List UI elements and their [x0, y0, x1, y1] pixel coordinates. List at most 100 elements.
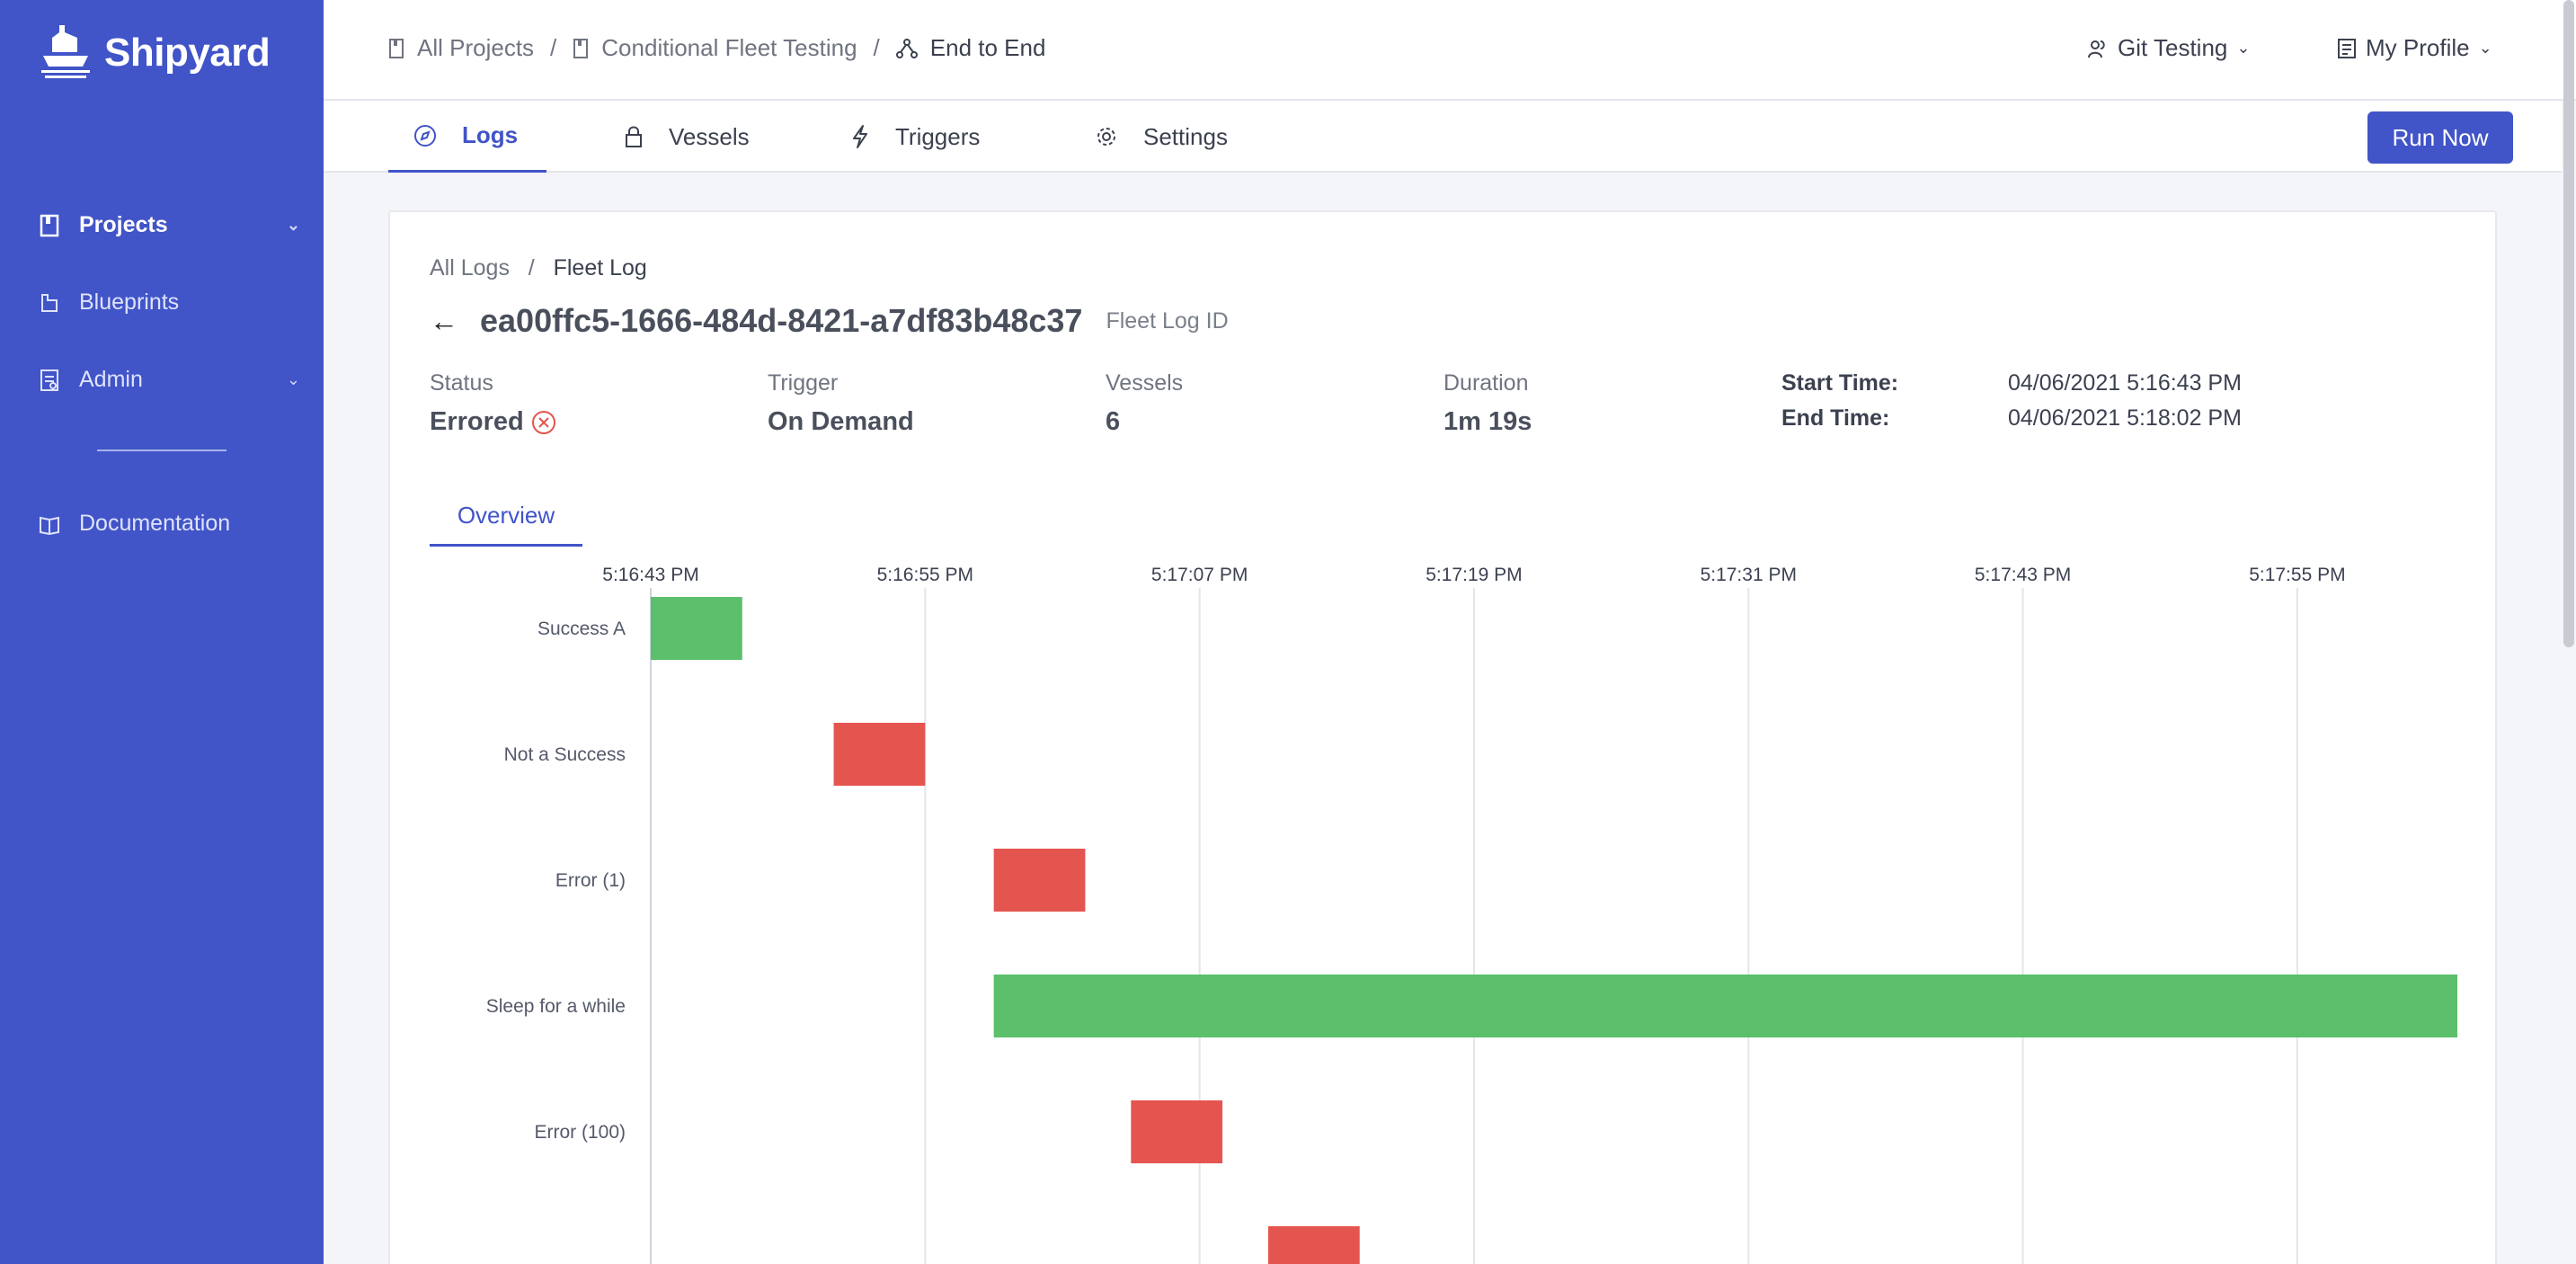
sidebar-divider: [97, 450, 227, 451]
sidebar-item-label: Admin: [79, 367, 143, 392]
x-tick-label: 5:17:19 PM: [1426, 565, 1522, 585]
duration-value: 1m 19s: [1443, 407, 1532, 436]
breadcrumb-all-projects[interactable]: All Projects: [417, 34, 534, 62]
x-tick-label: 5:17:31 PM: [1701, 565, 1797, 585]
row-label: Error (100): [534, 1122, 626, 1143]
start-time-value: 04/06/2021 5:16:43 PM: [2008, 370, 2242, 396]
breadcrumb-project[interactable]: Conditional Fleet Testing: [601, 34, 857, 62]
project-icon: [389, 38, 404, 58]
sidebar-item-label: Documentation: [79, 511, 231, 536]
page-scrollbar[interactable]: [2563, 0, 2574, 647]
ship-icon: [41, 25, 90, 78]
end-time-label: End Time:: [1781, 405, 1890, 431]
breadcrumb-separator: /: [873, 34, 880, 61]
tab-overview[interactable]: Overview: [430, 493, 582, 547]
breadcrumb-separator: /: [550, 34, 557, 61]
chevron-down-icon: ⌄: [2478, 39, 2492, 57]
lock-icon: [626, 126, 642, 147]
breadcrumb-separator: /: [515, 255, 547, 280]
status-value: Errored: [430, 407, 524, 436]
trigger-value: On Demand: [768, 407, 914, 436]
org-label: Git Testing: [2118, 34, 2228, 61]
fleet-log-id-label: Fleet Log ID: [1106, 307, 1229, 334]
chevron-down-icon: ⌄: [2236, 39, 2251, 57]
breadcrumb-all-logs[interactable]: All Logs: [430, 255, 510, 280]
duration-label: Duration: [1443, 370, 1529, 396]
brand-name: Shipyard: [104, 31, 271, 75]
fleet-log-id: ea00ffc5-1666-484d-8421-a7df83b48c37: [480, 302, 1083, 339]
chevron-down-icon: ⌄: [286, 216, 300, 234]
project-tabs: Logs Vessels Triggers Settings Run Now: [324, 101, 2562, 173]
tab-label: Logs: [462, 121, 519, 148]
tab-vessels[interactable]: Vessels: [624, 101, 750, 173]
row-label: Error (1): [555, 870, 626, 891]
chevron-down-icon: ⌄: [286, 370, 300, 388]
trigger-field: Trigger On Demand: [768, 370, 914, 437]
log-id-row: ← ea00ffc5-1666-484d-8421-a7df83b48c37 F…: [430, 302, 1229, 340]
tab-label: Triggers: [895, 122, 981, 150]
project-icon: [573, 38, 589, 58]
sidebar-item-blueprints[interactable]: Blueprints: [40, 289, 300, 316]
fleet-log-card: All Logs / Fleet Log ← ea00ffc5-1666-484…: [388, 210, 2497, 1264]
start-time-label: Start Time:: [1781, 370, 1899, 396]
gantt-bar: [833, 723, 926, 786]
gantt-bar: [1267, 1226, 1360, 1264]
vessels-label: Vessels: [1106, 370, 1184, 396]
x-tick-label: 5:17:55 PM: [2249, 565, 2345, 585]
vessels-value: 6: [1106, 407, 1121, 436]
sidebar-item-label: Blueprints: [79, 289, 180, 315]
x-tick-label: 5:16:43 PM: [602, 565, 698, 585]
tab-label: Settings: [1143, 122, 1228, 150]
gantt-bar: [993, 975, 2457, 1037]
breadcrumb-fleet-log: Fleet Log: [553, 255, 647, 280]
trigger-label: Trigger: [768, 370, 839, 396]
duration-field: Duration 1m 19s: [1443, 370, 1532, 437]
back-arrow-icon[interactable]: ←: [430, 305, 458, 338]
x-tick-label: 5:17:07 PM: [1151, 565, 1248, 585]
top-bar: All Projects / Conditional Fleet Testing…: [324, 0, 2576, 101]
tab-logs[interactable]: Logs: [388, 101, 546, 173]
gear-icon: [1097, 128, 1115, 146]
admin-icon: [40, 369, 58, 391]
sidebar: Shipyard Projects ⌄ Blueprints Admin ⌄ D…: [0, 0, 324, 1264]
sidebar-item-projects[interactable]: Projects ⌄: [40, 212, 300, 238]
log-breadcrumb: All Logs / Fleet Log: [430, 255, 647, 281]
time-range: Start Time: 04/06/2021 5:16:43 PM End Ti…: [1781, 370, 2242, 441]
status-label: Status: [430, 370, 493, 396]
sidebar-item-admin[interactable]: Admin ⌄: [40, 367, 300, 393]
x-tick-label: 5:17:43 PM: [1975, 565, 2071, 585]
error-circle-icon: [531, 410, 555, 434]
compass-icon: [414, 124, 436, 147]
tab-triggers[interactable]: Triggers: [850, 101, 980, 173]
run-now-button[interactable]: Run Now: [2367, 111, 2513, 164]
row-label: Success A: [537, 619, 626, 639]
fleet-icon: [895, 38, 918, 58]
sidebar-item-documentation[interactable]: Documentation: [40, 511, 300, 537]
users-icon: [2088, 40, 2105, 58]
lightning-icon: [853, 125, 867, 148]
status-field: Status Errored: [430, 370, 556, 437]
book-icon: [40, 214, 59, 236]
row-label: Not a Success: [504, 744, 626, 765]
x-tick-label: 5:16:55 PM: [877, 565, 973, 585]
shipyard-logo[interactable]: Shipyard: [40, 25, 271, 81]
vessels-field: Vessels 6: [1106, 370, 1183, 437]
tab-settings[interactable]: Settings: [1095, 101, 1228, 173]
docs-icon: [40, 516, 59, 535]
tab-label: Vessels: [669, 122, 750, 150]
profile-menu[interactable]: My Profile ⌄: [2337, 34, 2492, 62]
gantt-bar: [993, 849, 1086, 912]
sidebar-item-label: Projects: [79, 212, 168, 237]
gantt-bar: [651, 597, 742, 660]
gantt-chart: 5:16:43 PM 5:16:55 PM 5:17:07 PM 5:17:19 PM…: [390, 554, 2495, 1264]
end-time-value: 04/06/2021 5:18:02 PM: [2008, 405, 2242, 431]
org-switcher[interactable]: Git Testing ⌄: [2087, 34, 2250, 62]
profile-icon: [2338, 38, 2356, 58]
gantt-bar: [1131, 1100, 1223, 1163]
blueprint-icon: [41, 293, 58, 312]
row-label: Sleep for a while: [486, 996, 626, 1017]
profile-label: My Profile: [2366, 34, 2470, 61]
breadcrumb: All Projects / Conditional Fleet Testing…: [388, 34, 1045, 62]
gantt-svg: 5:16:43 PM 5:16:55 PM 5:17:07 PM 5:17:19 PM…: [486, 565, 2457, 1264]
breadcrumb-fleet[interactable]: End to End: [930, 34, 1046, 62]
